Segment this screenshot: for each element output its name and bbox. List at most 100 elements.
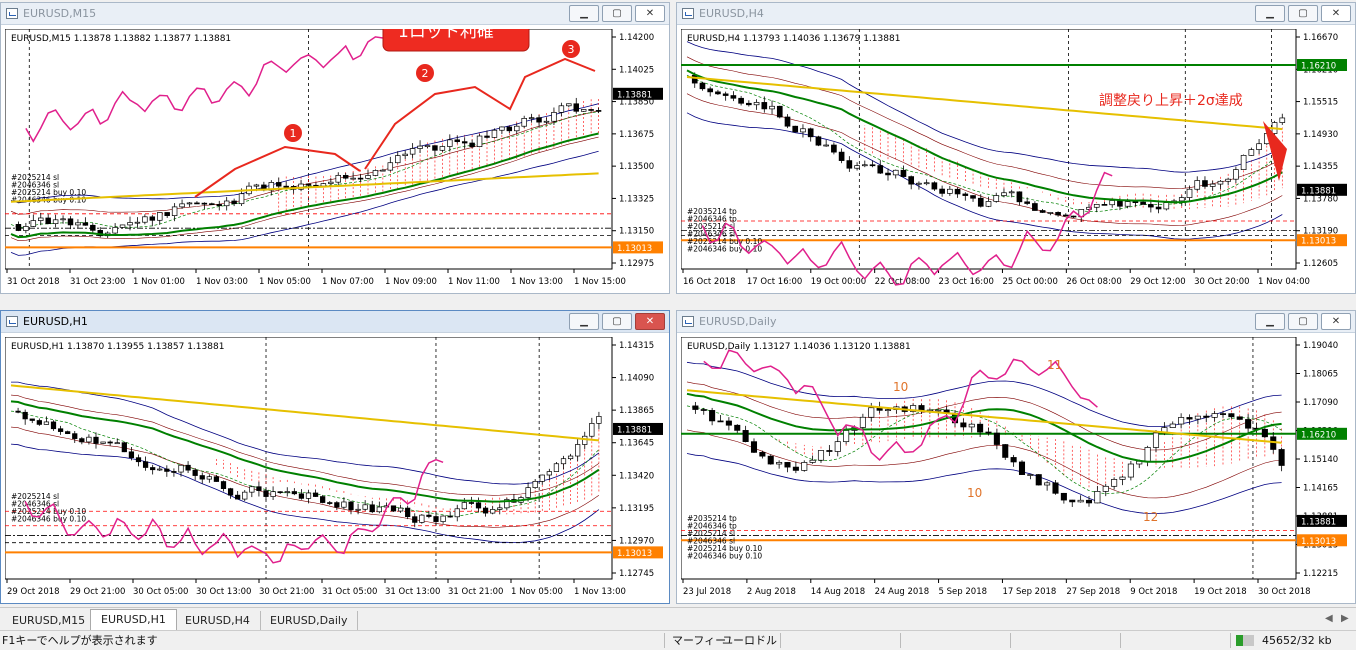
candle-body — [838, 151, 845, 161]
candle-body — [1055, 212, 1061, 216]
time-label: 14 Aug 2018 — [811, 587, 865, 597]
candle-body — [580, 109, 587, 112]
tab-eurusd-m15[interactable]: EURUSD,M15 — [2, 611, 97, 630]
tab-eurusd-h1[interactable]: EURUSD,H1 — [90, 609, 177, 630]
price-label: 1.13500 — [619, 162, 654, 172]
candle-body — [1228, 413, 1235, 418]
current-price-tag: 1.13881 — [1301, 517, 1336, 527]
price-chart-h1[interactable]: EURUSD,H1 1.13870 1.13955 1.13857 1.1388… — [5, 337, 667, 601]
candle-body — [734, 424, 741, 431]
time-label: 31 Oct 23:00 — [70, 277, 125, 287]
candle-body — [461, 502, 467, 510]
annotation-text: 調整戻り上昇＋2σ達成 — [1099, 93, 1243, 109]
time-label: 22 Oct 08:00 — [875, 277, 930, 287]
close-button[interactable]: ✕ — [635, 313, 665, 330]
candle-body — [43, 421, 50, 425]
price-chart-m15[interactable]: EURUSD,M15 1.13878 1.13882 1.13877 1.138… — [5, 29, 667, 291]
candle-body — [185, 464, 191, 471]
candle-body — [1132, 201, 1139, 203]
time-label: 31 Oct 13:00 — [385, 587, 440, 597]
candle-body — [82, 222, 89, 226]
window-title-m15[interactable]: EURUSD,M15 ▁ ▢ ✕ — [1, 3, 669, 25]
candle-body — [1062, 214, 1069, 217]
chart-window-h1[interactable]: EURUSD,H1 ▁ ▢ ✕ EURUSD,H1 1.13870 1.13955 … — [0, 310, 670, 604]
candle-body — [142, 216, 148, 223]
candle-body — [738, 97, 744, 104]
tab-eurusd-daily[interactable]: EURUSD,Daily — [260, 611, 359, 630]
price-label: 1.12975 — [619, 259, 654, 269]
candle-body — [1194, 180, 1201, 190]
window-title-h1[interactable]: EURUSD,H1 ▁ ▢ ✕ — [1, 311, 669, 333]
candle-body — [216, 204, 222, 207]
price-label: 1.14315 — [619, 341, 654, 351]
candle-body — [1124, 201, 1131, 207]
candle-body — [341, 501, 347, 508]
maximize-button[interactable]: ▢ — [1288, 313, 1318, 330]
candle-body — [1077, 499, 1084, 503]
price-label: 1.13325 — [619, 194, 654, 204]
close-button[interactable]: ✕ — [635, 5, 665, 22]
candle-body — [15, 224, 22, 231]
candle-body — [461, 141, 468, 144]
price-chart-h4[interactable]: EURUSD,H4 1.13793 1.14036 1.13679 1.1388… — [681, 29, 1351, 291]
maximize-button[interactable]: ▢ — [1288, 5, 1318, 22]
candle-body — [179, 203, 185, 208]
candle-body — [100, 441, 106, 444]
window-title-daily[interactable]: EURUSD,Daily ▁ ▢ ✕ — [677, 311, 1355, 333]
candle-body — [1039, 210, 1046, 213]
chart-info-text: EURUSD,Daily 1.13127 1.14036 1.13120 1.1… — [687, 342, 911, 352]
order-label: #2046346 buy 0.10 — [11, 515, 86, 524]
tab-scroll-left-icon[interactable]: ◀ — [1325, 613, 1333, 624]
candle-body — [985, 431, 992, 434]
candle-body — [194, 202, 200, 205]
chart-window-m15[interactable]: EURUSD,M15 ▁ ▢ ✕ EURUSD,M15 1.13878 1.1388… — [0, 2, 670, 294]
candle-body — [419, 514, 425, 523]
chart-window-daily[interactable]: EURUSD,Daily ▁ ▢ ✕ EURUSD,Daily 1.13127 1.… — [676, 310, 1356, 604]
candle-body — [968, 423, 975, 428]
level-price-tag: 1.13013 — [617, 244, 652, 254]
candle-body — [38, 217, 44, 221]
status-bar: F1キーでヘルプが表示されます マーフィー ユーロドル 45652/32 kb — [0, 630, 1356, 649]
candle-body — [220, 481, 227, 489]
candle-body — [134, 221, 141, 224]
close-button[interactable]: ✕ — [1321, 5, 1351, 22]
close-button[interactable]: ✕ — [1321, 313, 1351, 330]
price-label: 1.14090 — [619, 374, 654, 384]
candle-body — [1169, 423, 1176, 428]
minimize-button[interactable]: ▁ — [569, 313, 599, 330]
maximize-button[interactable]: ▢ — [602, 313, 632, 330]
price-label: 1.18065 — [1303, 370, 1338, 380]
candle-body — [1016, 191, 1023, 203]
time-label: 29 Oct 21:00 — [70, 587, 125, 597]
candle-body — [1102, 485, 1109, 492]
candle-body — [776, 462, 783, 465]
candle-body — [1008, 191, 1015, 194]
time-label: 24 Aug 2018 — [875, 587, 929, 597]
candle-body — [334, 502, 340, 508]
candle-body — [1127, 463, 1134, 478]
time-label: 29 Oct 12:00 — [1130, 277, 1185, 287]
candle-body — [985, 201, 992, 207]
window-title-h4[interactable]: EURUSD,H4 ▁ ▢ ✕ — [677, 3, 1355, 25]
candle-body — [506, 126, 513, 132]
candle-body — [1194, 415, 1201, 420]
candle-body — [121, 442, 127, 453]
candle-body — [424, 145, 431, 148]
time-label: 1 Nov 13:00 — [574, 587, 626, 597]
candle-body — [482, 507, 489, 514]
time-label: 1 Nov 04:00 — [1258, 277, 1310, 287]
candle-body — [263, 490, 269, 497]
price-chart-daily[interactable]: EURUSD,Daily 1.13127 1.14036 1.13120 1.1… — [681, 337, 1351, 601]
tab-scroll-right-icon[interactable]: ▶ — [1341, 613, 1349, 624]
minimize-button[interactable]: ▁ — [1255, 5, 1285, 22]
maximize-button[interactable]: ▢ — [602, 5, 632, 22]
tab-eurusd-h4[interactable]: EURUSD,H4 — [175, 611, 261, 630]
candle-body — [164, 212, 170, 216]
candle-body — [270, 491, 276, 497]
minimize-button[interactable]: ▁ — [1255, 313, 1285, 330]
minimize-button[interactable]: ▁ — [569, 5, 599, 22]
candle-body — [846, 160, 853, 169]
candle-body — [209, 203, 215, 206]
chart-window-h4[interactable]: EURUSD,H4 ▁ ▢ ✕ EURUSD,H4 1.13793 1.14036 … — [676, 2, 1356, 294]
candle-body — [199, 475, 205, 480]
